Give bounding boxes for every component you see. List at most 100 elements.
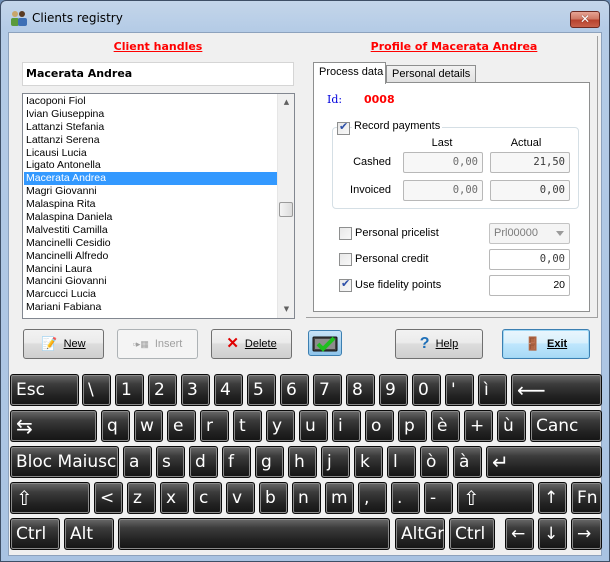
key-e[interactable]: e	[167, 410, 196, 442]
backspace-key[interactable]: ⟵	[511, 374, 602, 406]
client-list-item[interactable]: Ligato Antonella	[24, 159, 277, 172]
key-o[interactable]: o	[365, 410, 394, 442]
client-list-item[interactable]: Lattanzi Serena	[24, 134, 277, 147]
key-8[interactable]: 8	[346, 374, 375, 406]
key-ctrl[interactable]: Ctrl	[10, 518, 60, 550]
key-3[interactable]: 3	[181, 374, 210, 406]
key-x[interactable]: x	[160, 482, 189, 514]
key-v[interactable]: v	[226, 482, 255, 514]
key-ò[interactable]: ò	[420, 446, 449, 478]
key-backslash[interactable]: \	[82, 374, 111, 406]
key-j[interactable]: j	[321, 446, 350, 478]
key-altgr[interactable]: AltGr	[395, 518, 445, 550]
key-6[interactable]: 6	[280, 374, 309, 406]
client-list-item[interactable]: Mancini Laura	[24, 263, 277, 276]
key-bloc-maiusc[interactable]: Bloc Maiusc	[10, 446, 119, 478]
key-b[interactable]: b	[259, 482, 288, 514]
key-alt[interactable]: Alt	[64, 518, 114, 550]
tab-personal-details[interactable]: Personal details	[386, 65, 476, 83]
keyboard-toggle-button[interactable]	[308, 330, 342, 356]
key-4[interactable]: 4	[214, 374, 243, 406]
key-ì[interactable]: ì	[478, 374, 507, 406]
client-list-item[interactable]: Malvestiti Camilla	[24, 224, 277, 237]
key-w[interactable]: w	[134, 410, 163, 442]
new-button[interactable]: 📝 New	[23, 329, 104, 359]
tab-key[interactable]: ⇆	[10, 410, 97, 442]
fidelity-points-field[interactable]: 20	[489, 275, 570, 296]
key-period[interactable]: .	[391, 482, 420, 514]
key-k[interactable]: k	[354, 446, 383, 478]
clients-list[interactable]: Iacoponi Fiol Ivian Giuseppina Lattanzi St…	[22, 93, 295, 319]
title-bar[interactable]: Clients registry ✕	[1, 1, 609, 33]
personal-credit-field[interactable]: 0,00	[489, 249, 570, 270]
client-list-item[interactable]: Licausi Lucia	[24, 147, 277, 160]
client-list-item[interactable]: Malaspina Rita	[24, 198, 277, 211]
key-y[interactable]: y	[266, 410, 295, 442]
client-list-item[interactable]: Marcucci Lucia	[24, 288, 277, 301]
key-0[interactable]: 0	[412, 374, 441, 406]
key-2[interactable]: 2	[148, 374, 177, 406]
arrow-down-key[interactable]: ↓	[538, 518, 567, 550]
key-comma[interactable]: ,	[358, 482, 387, 514]
key-fn[interactable]: Fn	[571, 482, 602, 514]
key-n[interactable]: n	[292, 482, 321, 514]
personal-pricelist-checkbox[interactable]	[339, 227, 352, 240]
pricelist-select[interactable]: Prl00000	[489, 223, 570, 244]
key-ctrl[interactable]: Ctrl	[449, 518, 495, 550]
enter-key[interactable]: ↵	[486, 446, 602, 478]
delete-button[interactable]: ✕ Delete	[211, 329, 292, 359]
key-c[interactable]: c	[193, 482, 222, 514]
exit-button[interactable]: 🚪 Exit	[502, 329, 590, 359]
client-list-item[interactable]: Magri Giovanni	[24, 185, 277, 198]
key-l[interactable]: l	[387, 446, 416, 478]
client-list-item[interactable]: Mancinelli Cesidio	[24, 237, 277, 250]
close-button[interactable]: ✕	[570, 11, 600, 28]
arrow-up-key[interactable]: ↑	[538, 482, 567, 514]
key-canc[interactable]: Canc	[530, 410, 602, 442]
key-esc[interactable]: Esc	[10, 374, 79, 406]
key-h[interactable]: h	[288, 446, 317, 478]
client-list-item[interactable]: Iacoponi Fiol	[24, 95, 277, 108]
invoiced-last-field[interactable]: 0,00	[403, 180, 483, 201]
key-1[interactable]: 1	[115, 374, 144, 406]
key-minus[interactable]: -	[424, 482, 453, 514]
key-p[interactable]: p	[398, 410, 427, 442]
client-list-item[interactable]: Macerata Andrea	[24, 172, 277, 186]
client-list-item[interactable]: Mancinelli Alfredo	[24, 250, 277, 263]
arrow-right-key[interactable]: →	[571, 518, 602, 550]
client-list-item[interactable]: Ivian Giuseppina	[24, 108, 277, 121]
key-m[interactable]: m	[325, 482, 354, 514]
key-a[interactable]: a	[123, 446, 152, 478]
key-è[interactable]: è	[431, 410, 460, 442]
record-payments-checkbox[interactable]	[337, 120, 350, 135]
vertical-scrollbar[interactable]: ▲ ▼	[277, 94, 294, 318]
key-f[interactable]: f	[222, 446, 251, 478]
key-9[interactable]: 9	[379, 374, 408, 406]
client-list-item[interactable]: Malaspina Daniela	[24, 211, 277, 224]
space-key[interactable]	[118, 518, 390, 550]
key-apostrophe[interactable]: '	[445, 374, 474, 406]
invoiced-actual-field[interactable]: 0,00	[490, 180, 570, 201]
shift-key[interactable]: ⇧	[10, 482, 90, 514]
key-à[interactable]: à	[453, 446, 482, 478]
key-u[interactable]: u	[299, 410, 328, 442]
key-s[interactable]: s	[156, 446, 185, 478]
key-plus[interactable]: +	[464, 410, 493, 442]
insert-button[interactable]: ▫▸▦ Insert	[117, 329, 198, 359]
key-q[interactable]: q	[101, 410, 130, 442]
arrow-left-key[interactable]: ←	[505, 518, 534, 550]
key-t[interactable]: t	[233, 410, 262, 442]
key-i[interactable]: i	[332, 410, 361, 442]
client-list-item[interactable]: Mancini Giovanni	[24, 275, 277, 288]
cashed-last-field[interactable]: 0,00	[403, 152, 483, 173]
scroll-thumb[interactable]	[279, 202, 293, 217]
key-less-than[interactable]: <	[94, 482, 123, 514]
key-z[interactable]: z	[127, 482, 156, 514]
client-name-field[interactable]: Macerata Andrea	[22, 62, 294, 86]
key-g[interactable]: g	[255, 446, 284, 478]
help-button[interactable]: ? Help	[395, 329, 483, 359]
tab-process-data[interactable]: Process data	[313, 62, 386, 84]
key-r[interactable]: r	[200, 410, 229, 442]
cashed-actual-field[interactable]: 21,50	[490, 152, 570, 173]
scroll-down-icon[interactable]: ▼	[278, 301, 294, 318]
